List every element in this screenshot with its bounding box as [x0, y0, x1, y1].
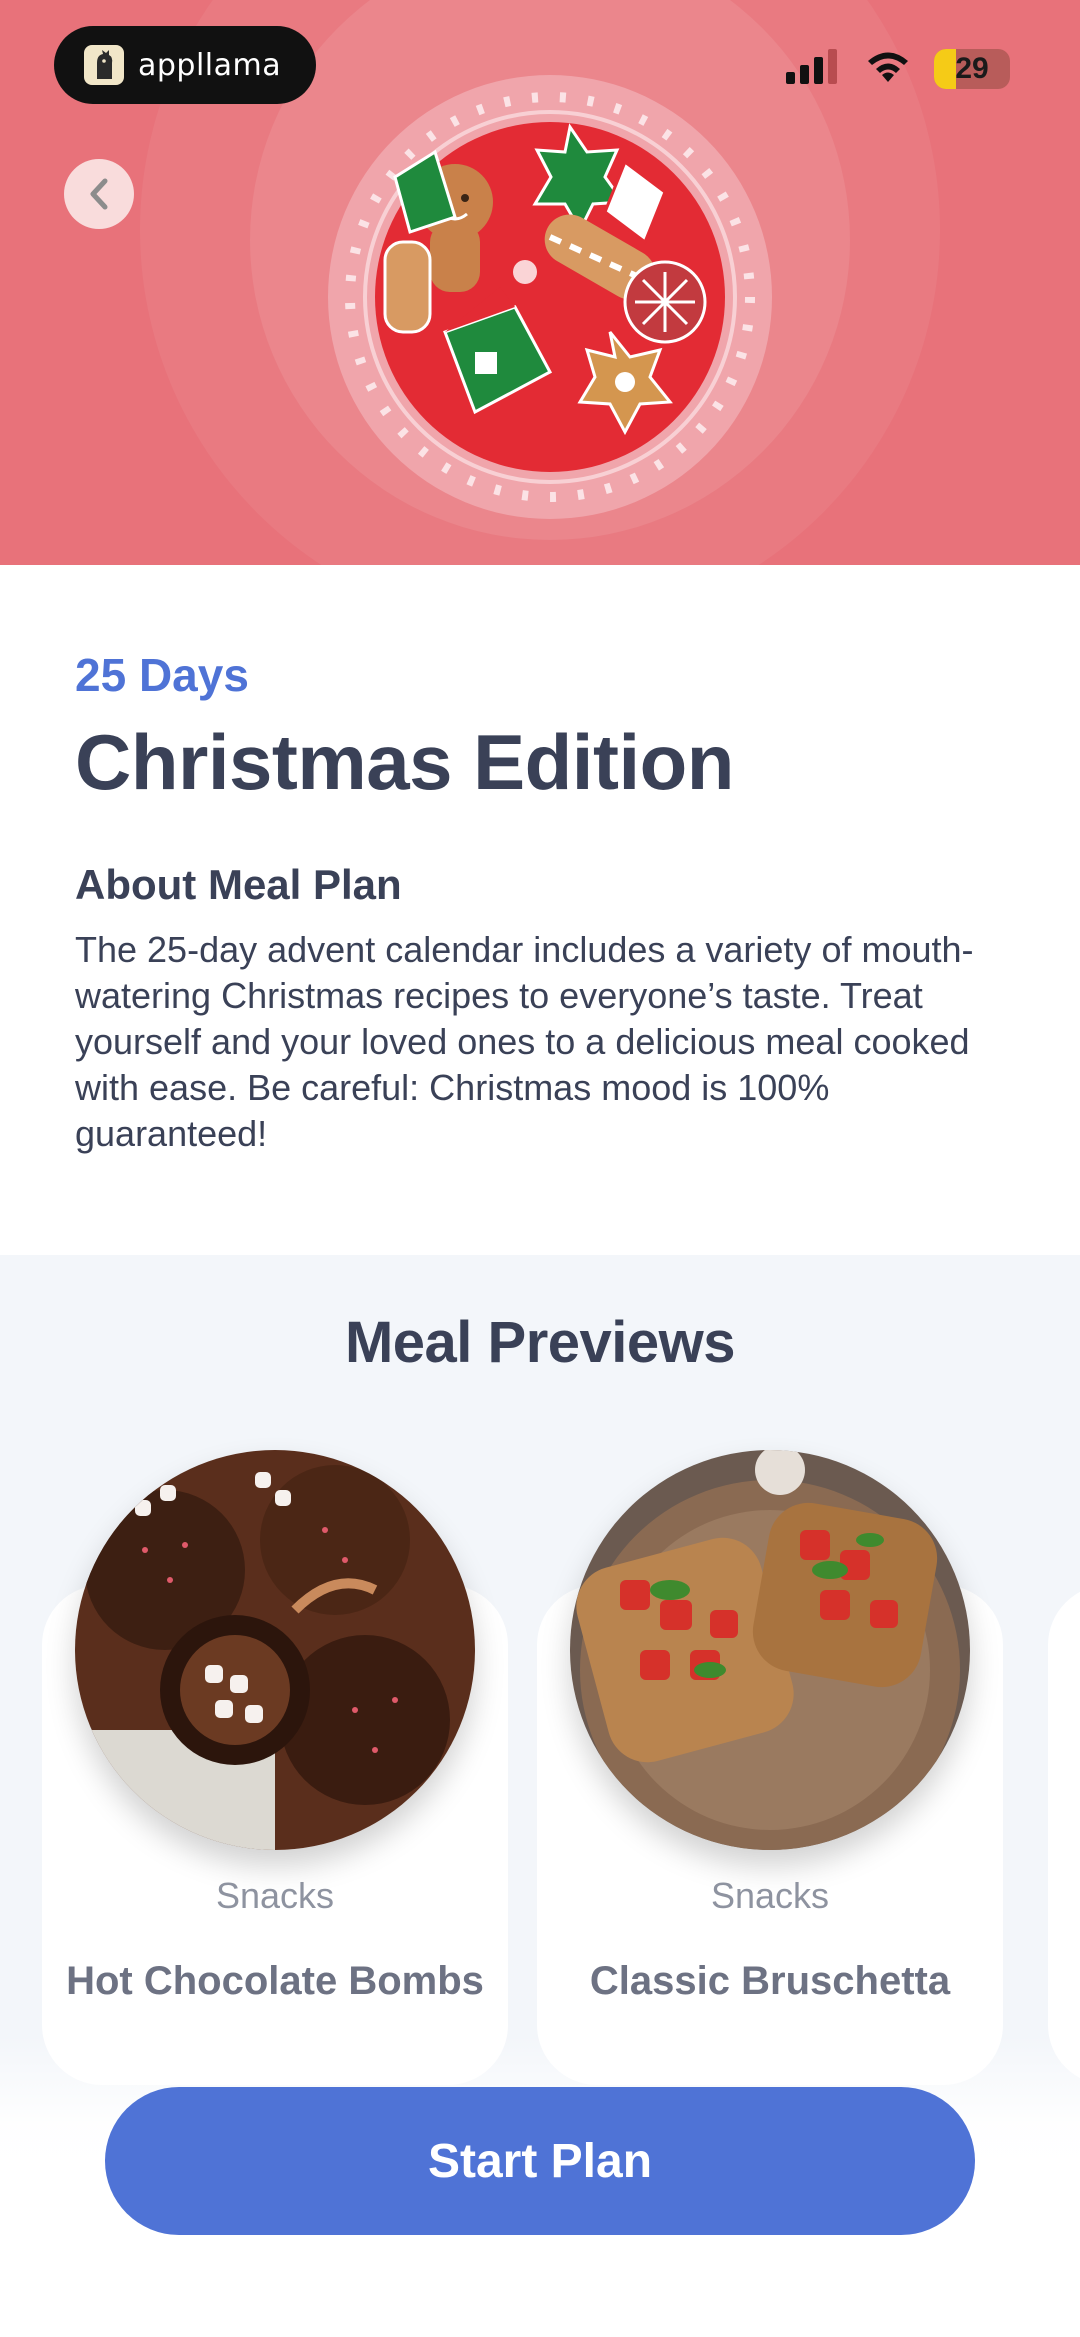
previews-heading: Meal Previews	[344, 1310, 736, 1375]
about-heading: About Meal Plan	[75, 861, 402, 908]
plan-title: Christmas Edition	[75, 718, 734, 806]
meal-name: Classic Bruschetta	[589, 1959, 951, 2003]
plan-duration: 25 Days	[75, 649, 249, 701]
meal-category: Snacks	[215, 1875, 335, 1916]
cookies-plate-image	[325, 72, 775, 522]
app-recording-pill: appllama	[54, 26, 316, 104]
meal-category: Snacks	[710, 1875, 830, 1916]
chevron-left-icon	[90, 178, 108, 210]
llama-logo-icon	[84, 45, 124, 85]
hot-chocolate-bombs-image	[75, 1450, 475, 1850]
wifi-icon	[864, 48, 912, 89]
classic-bruschetta-image	[570, 1450, 970, 1850]
hero-banner: appllama 29	[0, 0, 1080, 565]
meal-name: Hot Chocolate Bombs	[66, 1959, 484, 2003]
meal-card-partial[interactable]	[1048, 1585, 1080, 2085]
back-button[interactable]	[64, 159, 134, 229]
battery-level: 29	[955, 51, 989, 85]
plan-info-section: 25 Days Christmas Edition About Meal Pla…	[0, 565, 1080, 1255]
app-name-label: appllama	[138, 47, 282, 83]
status-icons: 29	[786, 48, 1010, 89]
battery-icon: 29	[934, 48, 1010, 89]
about-description: The 25-day advent calendar includes a va…	[75, 929, 974, 1154]
signal-icon	[786, 48, 842, 89]
start-plan-button[interactable]: Start Plan	[105, 2087, 975, 2235]
